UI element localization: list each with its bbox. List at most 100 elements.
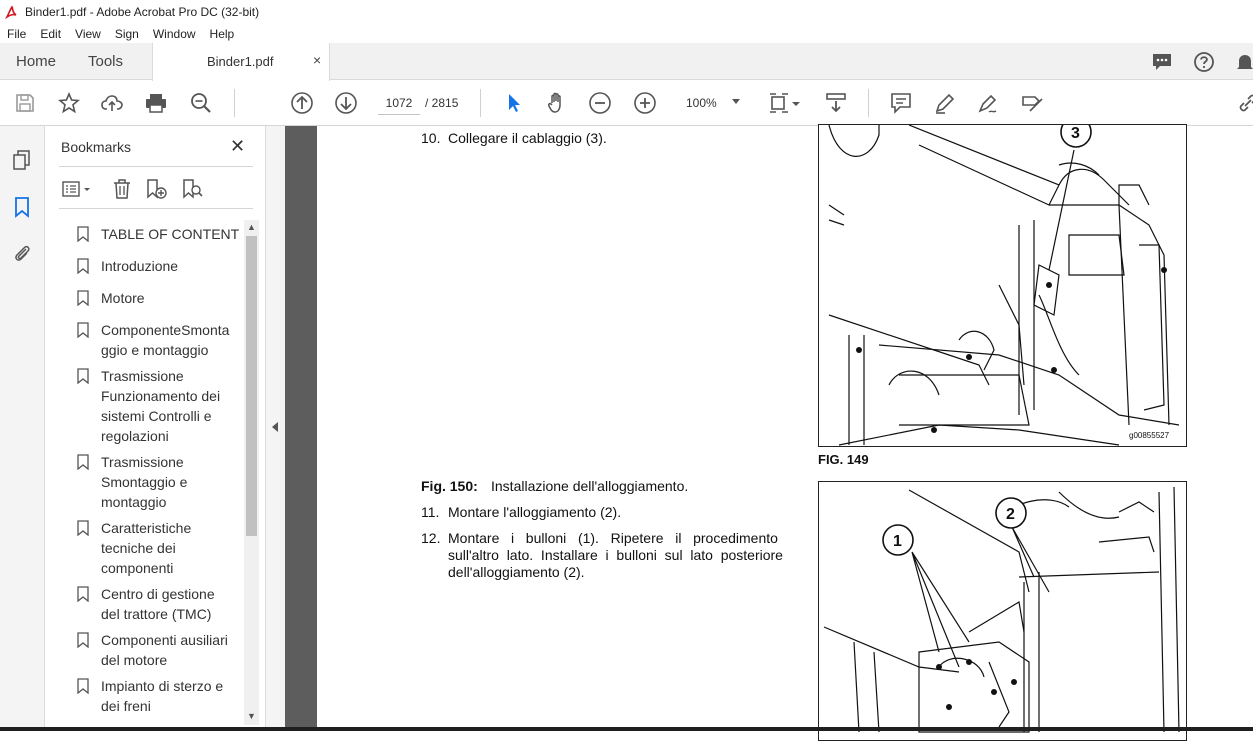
document-tab-label: Binder1.pdf — [207, 54, 274, 69]
menu-help[interactable]: Help — [203, 27, 242, 41]
bookmark-label: Impianto di sterzo e dei freni — [101, 678, 224, 714]
delete-bookmark-icon[interactable] — [111, 178, 133, 200]
menu-view[interactable]: View — [68, 27, 108, 41]
figure-149-image: 3 g00855527 — [818, 124, 1187, 447]
step-text: Montare i bulloni (1). Ripetere il proce… — [448, 530, 778, 546]
toolbar-separator — [234, 89, 235, 117]
step-text: Montare l'alloggiamento (2). — [448, 504, 622, 520]
figure-caption-label: Fig. 150: — [421, 478, 478, 494]
toolbar-separator — [480, 89, 481, 117]
document-viewport[interactable]: 10. Collegare il cablaggio (3). Fig. 150… — [285, 124, 1253, 741]
bookmark-icon — [77, 258, 89, 274]
zoom-dropdown-caret-icon[interactable] — [732, 99, 740, 104]
step-text: Collegare il cablaggio (3). — [448, 130, 607, 146]
bookmark-options-icon[interactable] — [61, 178, 93, 200]
close-bookmarks-icon[interactable]: ✕ — [230, 136, 245, 157]
page-total: / 2815 — [425, 96, 459, 110]
menu-sign[interactable]: Sign — [108, 27, 146, 41]
fill-sign-icon[interactable] — [1020, 91, 1044, 115]
close-tab-icon[interactable]: × — [313, 52, 321, 68]
tab-home[interactable]: Home — [16, 43, 56, 80]
bookmark-icon — [77, 678, 89, 694]
bookmark-label: Caratteristiche tecniche dei componenti — [101, 520, 192, 576]
attachment-icon[interactable] — [11, 242, 33, 264]
bookmark-list: TABLE OF CONTENT Introduzione Motore Com… — [45, 220, 245, 725]
zoom-out-icon[interactable] — [588, 91, 612, 115]
step-text: sull'altro lato. Installare i bulloni su… — [448, 547, 783, 563]
figure-150-image: 1 2 — [818, 481, 1187, 741]
step-number: 12. — [421, 530, 441, 546]
tab-document[interactable]: Binder1.pdf × — [152, 43, 330, 81]
bookmark-icon — [77, 454, 89, 470]
scrollbar-thumb[interactable] — [246, 236, 257, 536]
page-number-input[interactable] — [378, 91, 420, 115]
tab-bar: Home Tools Binder1.pdf × — [0, 43, 1253, 81]
comment-bubble-icon[interactable] — [1151, 51, 1173, 73]
title-bar: Binder1.pdf - Adobe Acrobat Pro DC (32-b… — [0, 0, 1253, 24]
share-link-icon[interactable] — [1236, 91, 1253, 115]
star-icon[interactable] — [57, 91, 81, 115]
bookmark-icon — [77, 520, 89, 536]
panel-divider — [59, 166, 253, 167]
save-icon[interactable] — [13, 91, 37, 115]
callout-3: 3 — [1071, 125, 1080, 142]
bookmark-icon — [77, 368, 89, 384]
bookmark-label: Centro di gestione del trattore (TMC) — [101, 586, 215, 622]
page-fit-icon[interactable] — [767, 91, 791, 115]
print-icon[interactable] — [144, 91, 168, 115]
help-icon[interactable] — [1193, 51, 1215, 73]
panel-splitter[interactable] — [265, 126, 285, 731]
scroll-down-icon[interactable]: ▼ — [247, 711, 256, 721]
pages-icon[interactable] — [11, 149, 33, 171]
bookmark-item[interactable]: TABLE OF CONTENT — [77, 224, 242, 244]
bookmark-label: TABLE OF CONTENT — [101, 226, 240, 242]
comment-icon[interactable] — [889, 91, 913, 115]
scroll-up-icon[interactable]: ▲ — [247, 222, 256, 232]
technical-drawing: 1 2 — [823, 486, 1180, 733]
step-number: 11. — [421, 504, 440, 520]
bookmark-item[interactable]: Componenti ausiliari del motore — [77, 630, 242, 670]
bookmarks-scrollbar[interactable]: ▲ ▼ — [244, 220, 259, 725]
search-zoom-icon[interactable] — [189, 91, 213, 115]
bookmark-item[interactable]: ComponenteSmonta ggio e montaggio — [77, 320, 242, 360]
highlight-pen-icon[interactable] — [933, 91, 957, 115]
main-toolbar: / 2815 100% — [0, 81, 1253, 126]
menu-window[interactable]: Window — [146, 27, 203, 41]
next-page-icon[interactable] — [334, 91, 358, 115]
hand-tool-icon[interactable] — [545, 91, 569, 115]
bookmark-item[interactable]: Trasmissione Funzionamento dei sistemi C… — [77, 366, 242, 446]
sign-pen-icon[interactable] — [976, 91, 1000, 115]
bookmark-item[interactable]: Centro di gestione del trattore (TMC) — [77, 584, 242, 624]
technical-drawing: 3 g00855527 — [828, 125, 1180, 446]
notification-bell-icon[interactable] — [1234, 51, 1253, 73]
zoom-in-icon[interactable] — [633, 91, 657, 115]
previous-page-icon[interactable] — [290, 91, 314, 115]
callout-2: 2 — [1006, 506, 1015, 523]
callout-1: 1 — [893, 533, 902, 550]
select-cursor-icon[interactable] — [502, 91, 526, 115]
bookmark-icon — [77, 586, 89, 602]
bookmark-item[interactable]: Introduzione — [77, 256, 242, 276]
page-fit-dropdown-icon[interactable] — [790, 91, 802, 115]
pdf-page: 10. Collegare il cablaggio (3). Fig. 150… — [317, 124, 1253, 741]
taskbar-edge — [0, 727, 1253, 731]
find-bookmark-icon[interactable] — [181, 178, 203, 200]
tab-tools[interactable]: Tools — [88, 43, 123, 80]
collapse-panel-icon[interactable] — [272, 422, 278, 432]
bookmarks-panel: Bookmarks ✕ TABLE OF CONTENT Introduzion… — [45, 126, 265, 731]
new-bookmark-icon[interactable] — [145, 178, 167, 200]
bookmark-item[interactable]: Caratteristiche tecniche dei componenti — [77, 518, 242, 578]
step-text: dell'alloggiamento (2). — [448, 564, 585, 580]
bookmark-item[interactable]: Impianto di sterzo e dei freni — [77, 676, 242, 716]
zoom-level-select[interactable]: 100% — [686, 96, 717, 110]
bookmark-icon[interactable] — [11, 196, 33, 218]
scroll-mode-icon[interactable] — [824, 91, 848, 115]
bookmark-item[interactable]: Motore — [77, 288, 242, 308]
upload-cloud-icon[interactable] — [100, 91, 124, 115]
bookmark-label: Trasmissione Smontaggio e montaggio — [101, 454, 188, 510]
figure-caption-text: Installazione dell'alloggiamento. — [491, 478, 689, 494]
bookmark-item[interactable]: Trasmissione Smontaggio e montaggio — [77, 452, 242, 512]
menu-file[interactable]: File — [0, 27, 33, 41]
bookmark-icon — [77, 226, 89, 242]
menu-edit[interactable]: Edit — [33, 27, 68, 41]
